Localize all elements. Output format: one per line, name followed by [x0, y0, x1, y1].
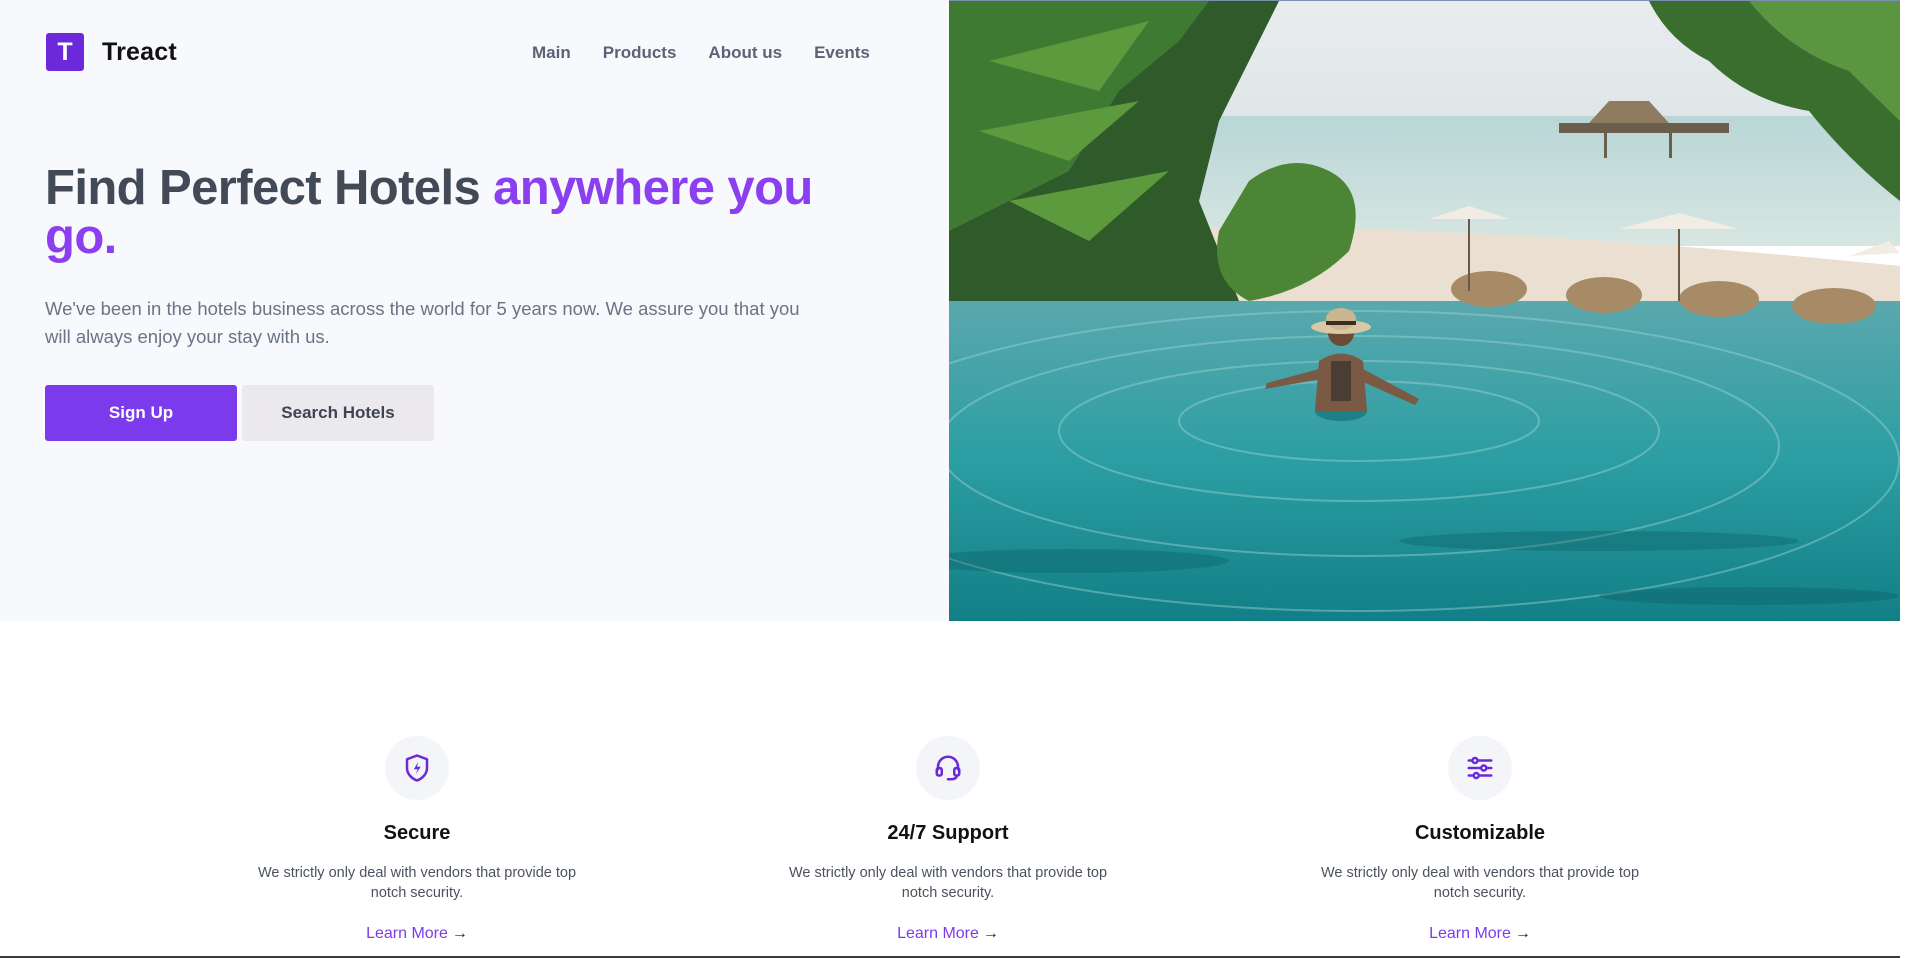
resort-pool-illustration	[949, 1, 1900, 621]
nav-link-main[interactable]: Main	[532, 43, 571, 63]
learn-more-label: Learn More	[897, 925, 979, 942]
search-hotels-button[interactable]: Search Hotels	[242, 385, 434, 441]
learn-more-link[interactable]: Learn More →	[1429, 925, 1531, 943]
feature-title: Secure	[383, 822, 451, 844]
nav-link-events[interactable]: Events	[814, 43, 870, 63]
sliders-icon	[1448, 736, 1512, 800]
arrow-right-icon: →	[1514, 925, 1531, 942]
logo-mark-icon: T	[46, 33, 84, 71]
feature-title: 24/7 Support	[887, 822, 1009, 844]
arrow-right-icon: →	[451, 925, 468, 942]
feature-card-secure: Secure We strictly only deal with vendor…	[247, 736, 587, 943]
feature-card-support: 24/7 Support We strictly only deal with …	[778, 736, 1118, 943]
feature-title: Customizable	[1414, 822, 1546, 844]
main-nav: Main Products About us Events	[532, 43, 870, 63]
hero-image	[949, 1, 1900, 621]
features-section: Secure We strictly only deal with vendor…	[0, 621, 1908, 958]
sign-up-button[interactable]: Sign Up	[45, 385, 237, 441]
feature-description: We strictly only deal with vendors that …	[1320, 865, 1640, 901]
shield-bolt-icon	[385, 736, 449, 800]
nav-link-products[interactable]: Products	[603, 43, 677, 63]
nav-link-about-us[interactable]: About us	[708, 43, 782, 63]
arrow-right-icon: →	[982, 925, 999, 942]
feature-description: We strictly only deal with vendors that …	[788, 865, 1108, 901]
hero-section: T Treact Main Products About us Events F…	[0, 0, 949, 621]
learn-more-link[interactable]: Learn More →	[897, 925, 999, 943]
hero-headline: Find Perfect Hotels anywhere you go.	[45, 164, 845, 262]
feature-card-customizable: Customizable We strictly only deal with …	[1310, 736, 1650, 943]
feature-description: We strictly only deal with vendors that …	[257, 865, 577, 901]
headline-main-text: Find Perfect Hotels	[45, 161, 494, 215]
headset-icon	[916, 736, 980, 800]
learn-more-link[interactable]: Learn More →	[366, 925, 468, 943]
hero-description: We've been in the hotels business across…	[45, 298, 800, 347]
learn-more-label: Learn More	[366, 925, 448, 942]
learn-more-label: Learn More	[1429, 925, 1511, 942]
brand-name: Treact	[102, 37, 177, 66]
page-scrollbar[interactable]	[1900, 0, 1908, 958]
brand-logo[interactable]: T Treact	[46, 33, 177, 71]
